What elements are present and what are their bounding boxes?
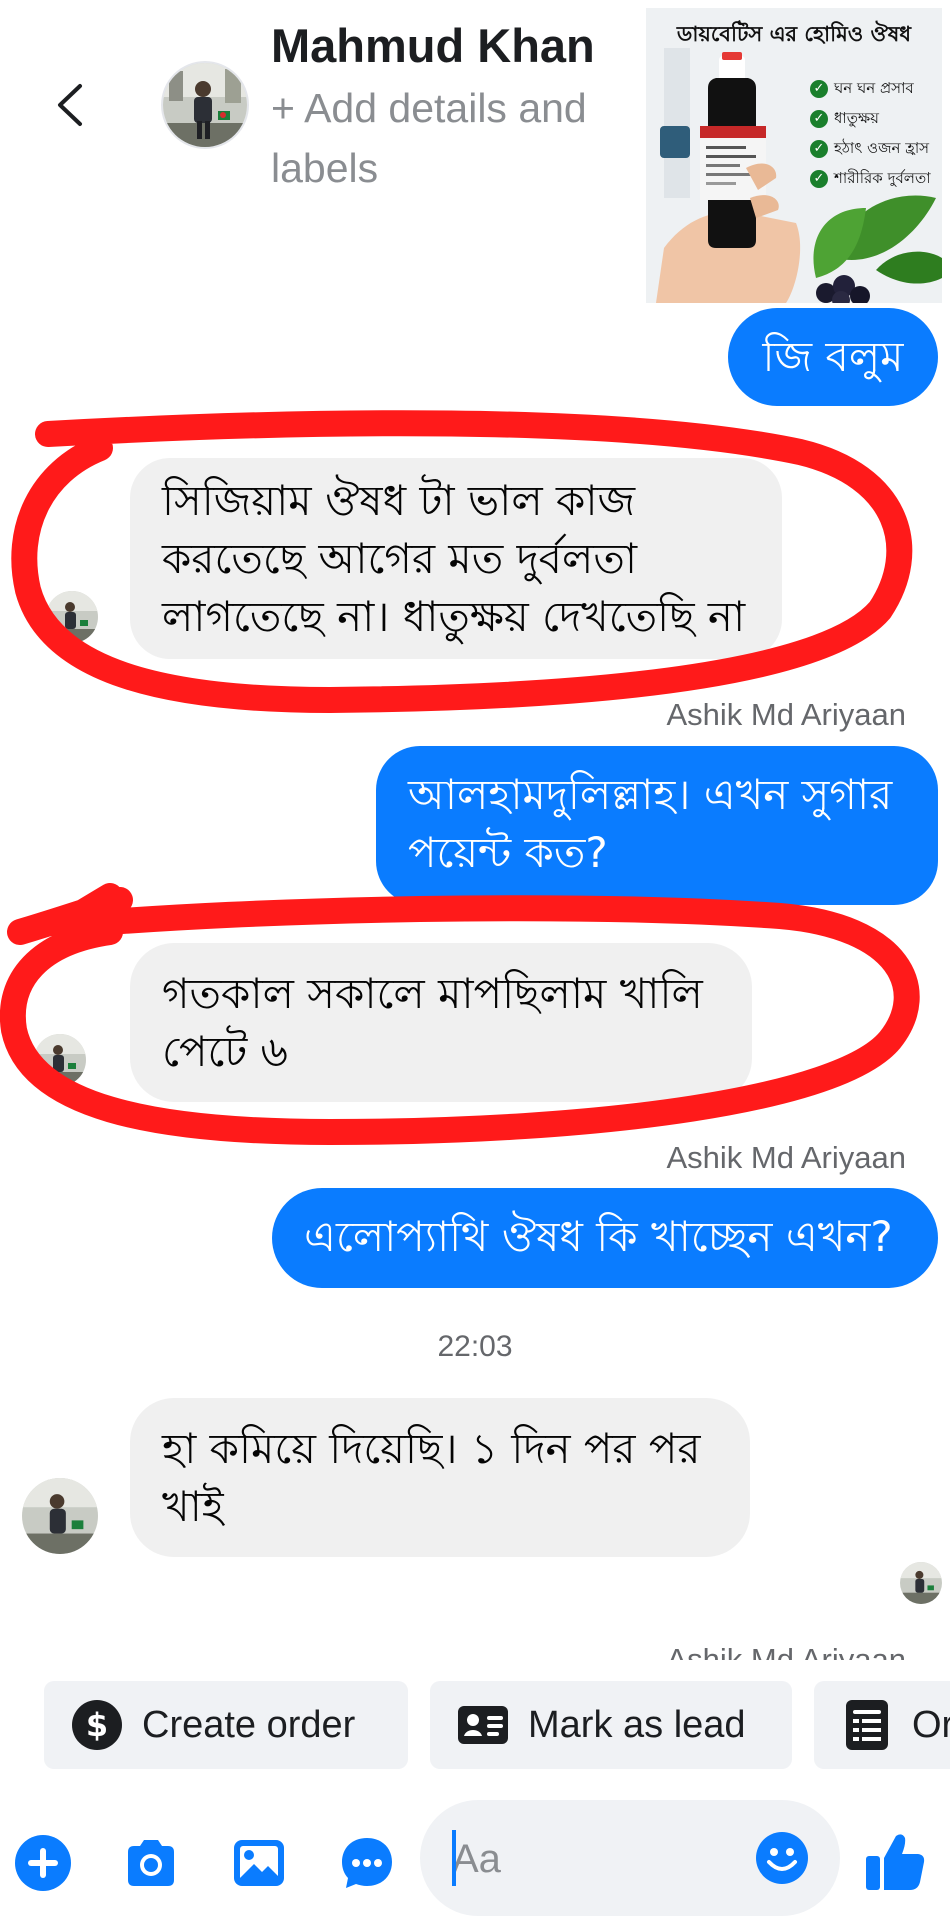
contact-avatar[interactable] <box>163 63 247 147</box>
third-action-label: Or <box>912 1703 950 1746</box>
contact-name[interactable]: Mahmud Khan <box>271 18 595 73</box>
sender-name: Ashik Md Ariyaan <box>666 697 907 732</box>
incoming-message[interactable]: সিজিয়াম ঔষধ টা ভাল কাজ করতেছে আগের মত দ… <box>130 458 782 659</box>
avatar-photo <box>163 63 247 147</box>
text-cursor <box>452 1830 456 1886</box>
ad-title: ডায়বেটিস এর হোমিও ঔষধ <box>676 22 912 46</box>
ad-feature: ✓ ধাতুক্ষয় <box>810 104 931 134</box>
outgoing-message[interactable]: এলোপ্যাথি ঔষধ কি খাচ্ছেন এখন? <box>272 1188 938 1288</box>
message-line: পয়েন্ট কত? <box>408 828 608 877</box>
create-order-label: Create order <box>142 1703 356 1746</box>
check-icon: ✓ <box>810 140 828 158</box>
sender-avatar[interactable] <box>46 591 98 643</box>
sender-name: Ashik Md Ariyaan <box>666 1140 907 1175</box>
check-icon: ✓ <box>810 170 828 188</box>
plus-icon[interactable] <box>14 1834 72 1892</box>
avatar-photo <box>34 1034 86 1086</box>
incoming-message[interactable]: হা কমিয়ে দিয়েছি। ১ দিন পর পর খাই <box>130 1398 750 1557</box>
message-line: করতেছে আগের মত দুর্বলতা <box>162 534 638 583</box>
back-button[interactable] <box>50 80 90 130</box>
message-line: লাগতেছে না। ধাতুক্ষয় দেখতেছি না <box>162 592 746 641</box>
message-text: জি বলুম <box>762 332 904 381</box>
thumbs-up-icon[interactable] <box>862 1828 928 1894</box>
avatar-photo <box>900 1562 942 1604</box>
message-text: এলোপ্যাথি ঔষধ কি খাচ্ছেন এখন? <box>304 1212 893 1261</box>
avatar-photo <box>46 591 98 643</box>
sender-avatar[interactable] <box>34 1034 86 1086</box>
mark-as-lead-label: Mark as lead <box>528 1703 746 1746</box>
gallery-icon[interactable] <box>230 1834 288 1892</box>
avatar-photo <box>22 1478 98 1554</box>
check-icon: ✓ <box>810 80 828 98</box>
message-input[interactable] <box>450 1828 744 1890</box>
emoji-icon[interactable] <box>754 1830 810 1886</box>
message-line: হা কমিয়ে দিয়েছি। ১ দিন পর পর <box>162 1424 701 1473</box>
chevron-left-icon <box>58 84 82 126</box>
ad-feature: ✓ ঘন ঘন প্রসাব <box>810 74 931 104</box>
contact-card-icon <box>458 1706 508 1744</box>
add-details-link[interactable]: + Add details and labels <box>271 78 631 198</box>
chat-bubble-icon[interactable] <box>338 1834 396 1892</box>
svg-text:$: $ <box>86 1706 108 1744</box>
document-list-icon <box>846 1700 888 1750</box>
message-timestamp: 22:03 <box>437 1330 513 1363</box>
third-action-button[interactable]: Or <box>814 1681 950 1769</box>
create-order-button[interactable]: $ Create order <box>44 1681 408 1769</box>
message-line: আলহামদুলিল্লাহ। এখন সুগার <box>408 770 893 819</box>
ad-feature: ✓ হঠাৎ ওজন হ্রাস <box>810 134 931 164</box>
ad-feature-list: ✓ ঘন ঘন প্রসাব ✓ ধাতুক্ষয় ✓ হঠাৎ ওজন হ্রাস… <box>810 74 931 194</box>
dollar-icon: $ <box>72 1700 122 1750</box>
camera-icon[interactable] <box>122 1834 180 1892</box>
mark-as-lead-button[interactable]: Mark as lead <box>430 1681 792 1769</box>
sender-avatar[interactable] <box>22 1478 98 1554</box>
product-ad-image[interactable]: ডায়বেটিস এর হোমিও ঔষধ ✓ ঘন ঘন প্রসাব ✓ ধা… <box>646 8 942 303</box>
message-composer[interactable] <box>420 1800 840 1916</box>
outgoing-message[interactable]: আলহামদুলিল্লাহ। এখন সুগার পয়েন্ট কত? <box>376 746 938 905</box>
message-line: পেটে ৬ <box>162 1027 288 1076</box>
seen-indicator-avatar <box>900 1562 942 1604</box>
outgoing-message[interactable]: জি বলুম <box>728 308 938 406</box>
incoming-message[interactable]: গতকাল সকালে মাপছিলাম খালি পেটে ৬ <box>130 943 752 1102</box>
ad-feature: ✓ শারীরিক দুর্বলতা <box>810 164 931 194</box>
message-line: সিজিয়াম ঔষধ টা ভাল কাজ <box>162 476 636 525</box>
message-line: গতকাল সকালে মাপছিলাম খালি <box>162 969 703 1018</box>
check-icon: ✓ <box>810 110 828 128</box>
message-line: খাই <box>162 1482 224 1531</box>
